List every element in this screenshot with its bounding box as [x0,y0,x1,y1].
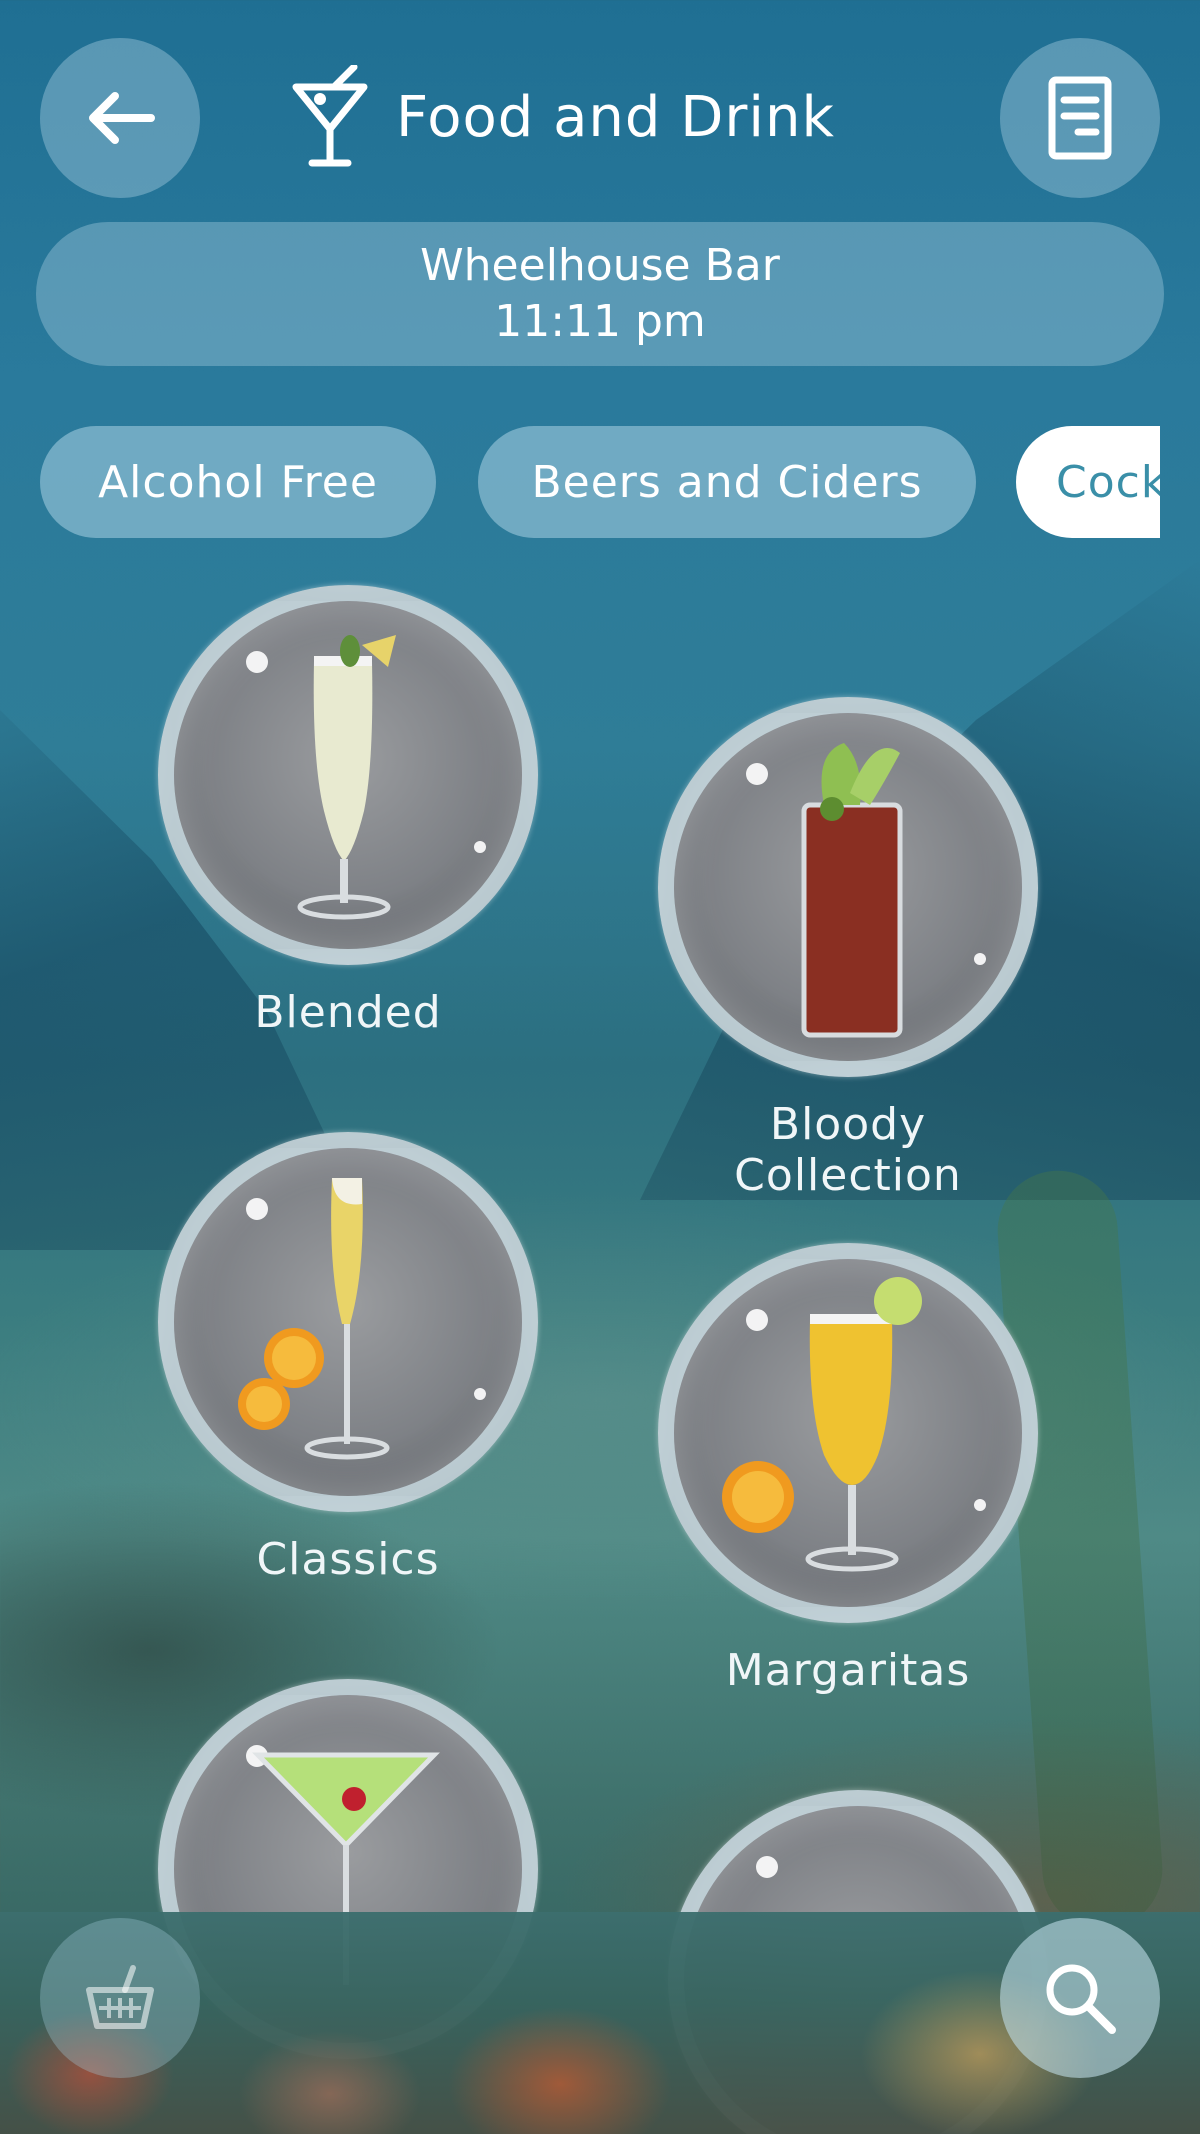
category-label: Bloody Collection [734,1099,962,1201]
tab-beers-and-ciders[interactable]: Beers and Ciders [478,426,976,538]
venue-info[interactable]: Wheelhouse Bar 11:11 pm [36,222,1164,366]
category-label: Classics [256,1534,440,1585]
search-button[interactable] [1000,1918,1160,2078]
category-label: Margaritas [725,1645,971,1696]
document-icon [1048,76,1112,160]
category-classics[interactable]: Classics [158,1132,538,1585]
bloody-mary-image [658,697,1038,1077]
category-margaritas[interactable]: Margaritas [658,1243,1038,1696]
search-icon [1046,1964,1116,2034]
cocktail-glass-icon [292,65,368,167]
venue-name: Wheelhouse Bar [420,240,780,291]
back-button[interactable] [40,38,200,198]
page-title: Food and Drink [396,84,835,150]
category-bloody-collection[interactable]: Bloody Collection [658,697,1038,1201]
basket-icon [86,1965,154,2029]
basket-button[interactable] [40,1918,200,2078]
menu-document-button[interactable] [1000,38,1160,198]
category-label: Blended [254,987,442,1038]
arrow-left-icon [89,92,155,144]
margarita-image [658,1243,1038,1623]
category-tabs: Alcohol Free Beers and Ciders Cocktails [0,426,1160,540]
page-header: Food and Drink [290,62,835,172]
tab-alcohol-free[interactable]: Alcohol Free [40,426,436,538]
classic-mimosa-image [158,1132,538,1512]
category-blended[interactable]: Blended [158,585,538,1038]
tab-cocktails[interactable]: Cocktails [1016,426,1160,538]
venue-time: 11:11 pm [494,296,706,347]
blended-drink-image [158,585,538,965]
